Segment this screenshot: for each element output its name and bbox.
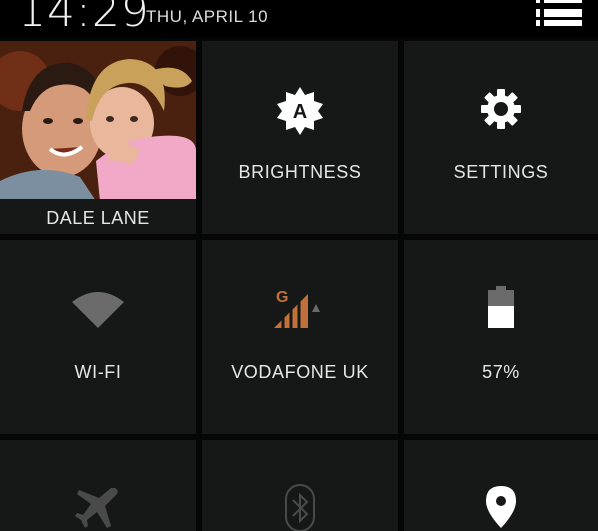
signal-icon: G xyxy=(274,289,320,330)
airplane-icon xyxy=(75,488,118,528)
location-pin-icon xyxy=(486,486,516,528)
brightness-label: BRIGHTNESS xyxy=(238,162,362,182)
status-bar: 14:29 THU, APRIL 10 xyxy=(0,0,598,38)
brightness-auto-letter: A xyxy=(293,101,307,123)
battery-label: 57% xyxy=(482,362,520,382)
airplane-mode-tile[interactable] xyxy=(0,440,196,531)
settings-tile[interactable]: SETTINGS xyxy=(404,41,598,234)
gear-icon xyxy=(481,89,521,129)
brightness-tile[interactable]: A BRIGHTNESS xyxy=(202,41,398,234)
profile-photo: DALE LANE xyxy=(0,41,196,234)
brightness-auto-icon: A xyxy=(277,87,323,135)
clock: 14:29 xyxy=(18,0,150,37)
wifi-icon xyxy=(72,292,124,328)
profile-tile[interactable]: DALE LANE xyxy=(0,41,196,234)
location-tile[interactable] xyxy=(404,440,598,531)
bluetooth-icon xyxy=(285,484,315,531)
bluetooth-tile[interactable] xyxy=(202,440,398,531)
date[interactable]: THU, APRIL 10 xyxy=(146,7,268,27)
settings-label: SETTINGS xyxy=(453,162,549,182)
wifi-label: WI-FI xyxy=(74,362,122,382)
menu-icon[interactable] xyxy=(532,0,586,26)
battery-icon xyxy=(488,286,514,328)
mobile-network-label: VODAFONE UK xyxy=(231,362,369,382)
wifi-tile[interactable]: WI-FI xyxy=(0,240,196,434)
battery-tile[interactable]: 57% xyxy=(404,240,598,434)
battery-fill xyxy=(488,306,514,328)
mobile-network-tile[interactable]: G VODAFONE UK xyxy=(202,240,398,434)
profile-name: DALE LANE xyxy=(0,199,196,234)
network-type-label: G xyxy=(276,289,288,306)
